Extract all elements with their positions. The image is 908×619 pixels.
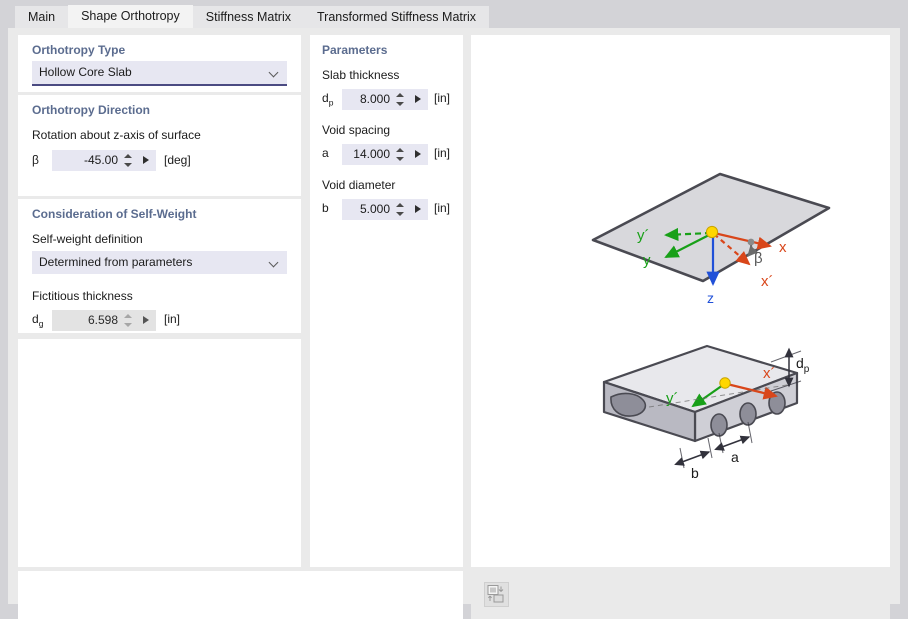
dp-symbol: dp bbox=[322, 91, 334, 108]
beta-angle-label: β bbox=[754, 250, 763, 267]
dg-expand-icon bbox=[143, 316, 149, 324]
slab-thickness-label: Slab thickness bbox=[322, 68, 400, 82]
void-diameter-expand-icon[interactable] bbox=[415, 205, 421, 213]
y-prime-axis-label: y´ bbox=[637, 227, 650, 244]
dg-symbol: dg bbox=[32, 312, 44, 329]
orthotropy-type-title: Orthotropy Type bbox=[32, 43, 126, 57]
void-spacing-unit: [in] bbox=[434, 146, 451, 160]
beta-symbol: β bbox=[32, 153, 39, 167]
orthotropy-direction-panel: Orthotropy Direction Rotation about z-ax… bbox=[18, 95, 301, 196]
void-diameter-value: 5.000 bbox=[359, 202, 390, 216]
tab-shape-orthotropy[interactable]: Shape Orthotropy bbox=[68, 5, 193, 28]
slab-thickness-expand-icon[interactable] bbox=[415, 95, 421, 103]
slab-thickness-input[interactable]: 8.000 bbox=[342, 89, 428, 110]
void-diameter-input[interactable]: 5.000 bbox=[342, 199, 428, 220]
slab-thickness-value: 8.000 bbox=[359, 92, 390, 106]
chevron-down-icon bbox=[270, 69, 279, 74]
dg-unit: [in] bbox=[164, 312, 181, 326]
tab-transformed-stiffness-matrix[interactable]: Transformed Stiffness Matrix bbox=[303, 6, 490, 28]
tab-main[interactable]: Main bbox=[15, 6, 69, 28]
y-axis-label: y bbox=[643, 252, 651, 269]
shape-orthotropy-dialog: Main Shape Orthotropy Stiffness Matrix T… bbox=[0, 0, 908, 619]
tab-stiffness-matrix[interactable]: Stiffness Matrix bbox=[192, 6, 304, 28]
fictitious-thickness-label: Fictitious thickness bbox=[32, 289, 133, 303]
void-spacing-input[interactable]: 14.000 bbox=[342, 144, 428, 165]
z-axis-label: z bbox=[707, 290, 714, 306]
self-weight-panel: Consideration of Self-Weight Self-weight… bbox=[18, 199, 301, 333]
bottom-origin-point bbox=[719, 377, 731, 389]
a-symbol: a bbox=[322, 146, 329, 160]
top-diagram: z y´ y x x´ β bbox=[591, 172, 831, 306]
self-weight-definition-label: Self-weight definition bbox=[32, 232, 143, 246]
b-dimension-label: b bbox=[691, 465, 699, 481]
x-prime-axis-label: x´ bbox=[761, 273, 774, 290]
b-ext-left bbox=[679, 447, 685, 469]
orthotropy-direction-title: Orthotropy Direction bbox=[32, 103, 151, 117]
void-spacing-label: Void spacing bbox=[322, 123, 391, 137]
slab-thickness-stepper[interactable] bbox=[395, 93, 404, 106]
b-symbol: b bbox=[322, 201, 329, 215]
parameters-title: Parameters bbox=[322, 43, 388, 57]
origin-point bbox=[705, 225, 719, 239]
a-dimension-line bbox=[714, 435, 751, 451]
beta-arc-start-dot bbox=[747, 238, 755, 246]
beta-stepper[interactable] bbox=[123, 154, 132, 167]
tab-bar: Main Shape Orthotropy Stiffness Matrix T… bbox=[0, 0, 908, 28]
dg-value: 6.598 bbox=[87, 313, 118, 327]
bottom-x-prime-label: x´ bbox=[763, 365, 776, 382]
orthotropy-diagram: z y´ y x x´ β y´ x´ dp a b bbox=[591, 172, 831, 481]
dg-input: 6.598 bbox=[52, 310, 156, 331]
void-diameter-stepper[interactable] bbox=[395, 203, 404, 216]
void-2 bbox=[739, 402, 757, 426]
orthotropy-type-select[interactable]: Hollow Core Slab bbox=[32, 61, 287, 86]
self-weight-definition-value: Determined from parameters bbox=[39, 255, 193, 269]
chevron-down-icon bbox=[270, 259, 279, 264]
save-image-icon[interactable] bbox=[484, 582, 509, 607]
void-spacing-expand-icon[interactable] bbox=[415, 150, 421, 158]
parameters-panel: Parameters Slab thickness dp 8.000 [in] … bbox=[310, 35, 463, 567]
dialog-body: Orthotropy Type Hollow Core Slab Orthotr… bbox=[8, 28, 900, 619]
diagram-panel: z y´ y x x´ β y´ x´ dp a b bbox=[471, 35, 890, 567]
self-weight-definition-select[interactable]: Determined from parameters bbox=[32, 251, 287, 274]
bottom-diagram: y´ x´ dp a b bbox=[602, 344, 810, 481]
orthotropy-type-value: Hollow Core Slab bbox=[39, 65, 132, 79]
void-spacing-stepper[interactable] bbox=[395, 148, 404, 161]
beta-input[interactable]: -45.00 bbox=[52, 150, 156, 171]
self-weight-title: Consideration of Self-Weight bbox=[32, 207, 197, 221]
b-dimension-line bbox=[674, 450, 711, 466]
b-ext-right bbox=[707, 437, 713, 459]
void-diameter-label: Void diameter bbox=[322, 178, 396, 192]
x-axis-label: x bbox=[779, 239, 787, 256]
left-empty-panel bbox=[18, 339, 301, 567]
a-dimension-label: a bbox=[731, 449, 739, 465]
orthotropy-type-panel: Orthotropy Type Hollow Core Slab bbox=[18, 35, 301, 92]
beta-value: -45.00 bbox=[83, 153, 118, 167]
void-diameter-unit: [in] bbox=[434, 201, 451, 215]
rotation-about-z-label: Rotation about z-axis of surface bbox=[32, 128, 201, 142]
void-1 bbox=[710, 413, 728, 437]
dp-dimension-label: dp bbox=[796, 355, 810, 375]
beta-unit: [deg] bbox=[164, 153, 191, 167]
beta-expand-icon[interactable] bbox=[143, 156, 149, 164]
dg-stepper bbox=[123, 314, 132, 327]
slab-thickness-unit: [in] bbox=[434, 91, 451, 105]
tab-strip: Main Shape Orthotropy Stiffness Matrix T… bbox=[15, 5, 490, 28]
void-spacing-value: 14.000 bbox=[353, 147, 390, 161]
